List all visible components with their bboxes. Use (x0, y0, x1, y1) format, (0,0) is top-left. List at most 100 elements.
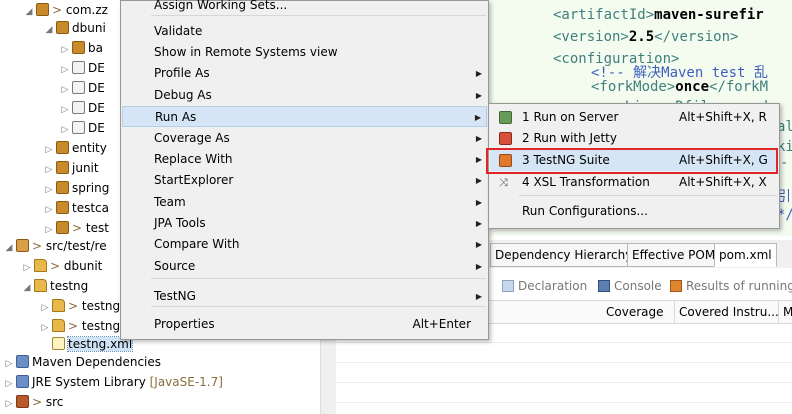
menu-item-debug-as[interactable]: Debug As ▶ (122, 85, 487, 106)
xml-tag: <forkMode> (591, 79, 676, 95)
menu-item-coverage-as[interactable]: Coverage As ▶ (122, 128, 487, 149)
dirty-marker: > (72, 221, 86, 235)
collapsed-arrow-icon[interactable]: ▷ (60, 40, 70, 60)
tree-item[interactable]: ▷ > dbunit (22, 256, 102, 276)
menu-item-label: Debug As (154, 88, 212, 102)
dirty-marker: > (68, 319, 82, 333)
submenu-arrow-icon: ▶ (475, 240, 482, 249)
menu-item-jpa-tools[interactable]: JPA Tools ▶ (122, 213, 487, 234)
tree-item[interactable]: testng.xml (40, 334, 134, 354)
menu-item-label: TestNG (154, 289, 196, 303)
collapsed-arrow-icon[interactable]: ▷ (60, 120, 70, 140)
menu-item-startexplorer[interactable]: StartExplorer ▶ (122, 170, 487, 191)
tree-item-label: ba (88, 41, 103, 55)
menu-item-profile-as[interactable]: Profile As ▶ (122, 63, 487, 84)
collapsed-arrow-icon[interactable]: ▷ (4, 394, 14, 414)
menu-item-compare-with[interactable]: Compare With ▶ (122, 234, 487, 255)
tab-effective-pom[interactable]: Effective POM (627, 243, 721, 267)
menu-separator (519, 195, 777, 196)
tree-item[interactable]: ▷ > src (4, 392, 63, 412)
collapsed-arrow-icon[interactable]: ▷ (44, 180, 54, 200)
menu-item-team[interactable]: Team ▶ (122, 192, 487, 213)
tree-item-label: Maven Dependencies (32, 355, 162, 369)
tree-item[interactable]: ▷ > testng (40, 316, 120, 336)
tree-item[interactable]: ▷ DE (60, 78, 105, 98)
collapsed-arrow-icon[interactable]: ▷ (44, 160, 54, 180)
submenu-item-2-run-with-jetty[interactable]: 2 Run with Jetty (490, 128, 778, 149)
xml-tag: </forkM (709, 79, 769, 95)
collapsed-arrow-icon[interactable]: ▷ (60, 100, 70, 120)
tab-dependency-hierarchy[interactable]: Dependency Hierarchy (490, 243, 638, 267)
collapsed-arrow-icon[interactable]: ▷ (22, 258, 32, 278)
tree-item-label: DE (88, 61, 105, 75)
tab-declaration[interactable]: Declaration (502, 274, 587, 298)
collapsed-arrow-icon[interactable]: ▷ (44, 200, 54, 220)
tree-item-label: testng (81, 319, 121, 333)
tree-item[interactable]: ▷ DE (60, 118, 105, 138)
expanded-arrow-icon[interactable]: ◢ (44, 20, 54, 40)
tree-item[interactable]: ▷ Maven Dependencies (4, 352, 161, 372)
mvn-icon (16, 395, 29, 408)
menu-item-show-in-remote-systems-view[interactable]: Show in Remote Systems view (122, 42, 487, 63)
collapsed-arrow-icon[interactable]: ▷ (4, 354, 14, 374)
menu-item-label: StartExplorer (154, 173, 234, 187)
tree-item[interactable]: ▷ entity (44, 138, 107, 158)
tab-pom-xml[interactable]: pom.xml (714, 243, 777, 267)
menu-item-label: Properties (154, 317, 215, 331)
expanded-arrow-icon[interactable]: ◢ (22, 278, 32, 298)
menu-item-validate[interactable]: Validate (122, 21, 487, 42)
tree-item[interactable]: ▷ > testng (40, 296, 120, 316)
menu-item-source[interactable]: Source ▶ (122, 256, 487, 277)
tree-item-label: test (85, 221, 109, 235)
tree-item[interactable]: ▷ DE (60, 58, 105, 78)
column-m[interactable]: M (778, 301, 792, 323)
submenu-arrow-icon: ▶ (475, 219, 482, 228)
tab-console[interactable]: Console (598, 274, 662, 298)
submenu-arrow-icon: ▶ (475, 292, 482, 301)
menu-item-shortcut: Alt+Enter (412, 317, 471, 331)
tree-item[interactable]: ▷ JRE System Library [JavaSE-1.7] (4, 372, 223, 392)
lib-icon (16, 375, 29, 388)
column-covered-instructions[interactable]: Covered Instru... (674, 301, 779, 323)
menu-item-replace-with[interactable]: Replace With ▶ (122, 149, 487, 170)
collapsed-arrow-icon[interactable]: ▷ (60, 80, 70, 100)
collapsed-arrow-icon[interactable]: ▷ (40, 298, 50, 318)
java-icon (72, 61, 85, 74)
tree-item[interactable]: ▷ testca (44, 198, 109, 218)
code-line: <version>2.5</version> (553, 26, 738, 48)
tree-item[interactable]: ◢ testng (22, 276, 88, 296)
tree-item[interactable]: ◢ > com.zz (24, 0, 108, 20)
tree-item[interactable]: ▷ > test (44, 218, 109, 238)
tree-item[interactable]: ◢ dbuni (44, 18, 106, 38)
expanded-arrow-icon[interactable]: ◢ (24, 2, 34, 22)
tree-item[interactable]: ▷ ba (60, 38, 103, 58)
submenu-item-1-run-on-server[interactable]: 1 Run on Server Alt+Shift+X, R (490, 107, 778, 128)
code-line: - (780, 152, 788, 174)
pkg-icon (56, 221, 69, 234)
pom-editor-tabs: Dependency Hierarchy Effective POM pom.x… (488, 240, 792, 269)
table-row-divider (337, 382, 792, 383)
menu-item-testng[interactable]: TestNG ▶ (122, 286, 487, 307)
submenu-item-run-configurations[interactable]: Run Configurations... (490, 201, 778, 222)
menu-item-run-as[interactable]: Run As ▶ (122, 106, 487, 127)
submenu-arrow-icon: ▶ (475, 176, 482, 185)
pkg-icon (56, 21, 69, 34)
server-icon (499, 111, 512, 124)
tree-item[interactable]: ▷ DE (60, 98, 105, 118)
expanded-arrow-icon[interactable]: ◢ (4, 238, 14, 258)
tree-item[interactable]: ▷ junit (44, 158, 99, 178)
collapsed-arrow-icon[interactable]: ▷ (60, 60, 70, 80)
column-coverage[interactable]: Coverage (606, 301, 664, 323)
menu-item-properties[interactable]: Properties Alt+Enter (122, 314, 487, 335)
tab-results-of-running[interactable]: Results of running (670, 274, 792, 298)
collapsed-arrow-icon[interactable]: ▷ (44, 140, 54, 160)
tree-item-label: src/test/re (45, 239, 107, 253)
menu-item-assign-working-sets[interactable]: Assign Working Sets... (122, 0, 487, 16)
submenu-item-4-xsl-transformation[interactable]: ⤨ 4 XSL Transformation Alt+Shift+X, X (490, 172, 778, 193)
tree-item-label: src (45, 395, 64, 409)
menu-item-label: 4 XSL Transformation (522, 175, 650, 189)
tree-item[interactable]: ◢ > src/test/re (4, 236, 107, 256)
submenu-arrow-icon: ▶ (475, 91, 482, 100)
collapsed-arrow-icon[interactable]: ▷ (4, 374, 14, 394)
tree-item[interactable]: ▷ spring (44, 178, 109, 198)
